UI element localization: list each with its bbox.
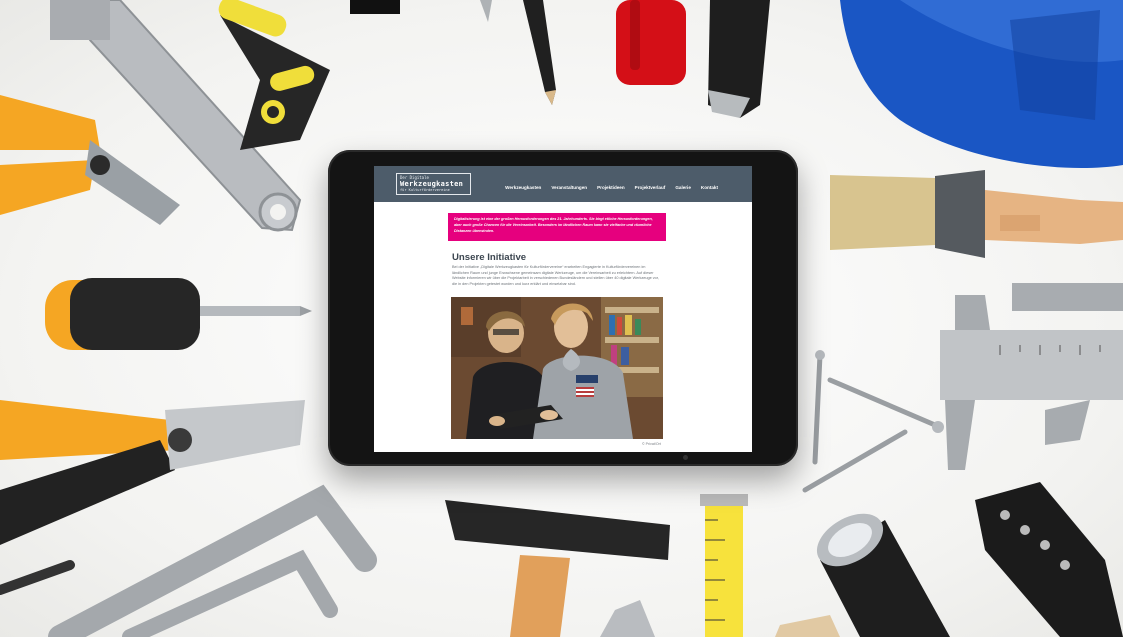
nav-item-veranstaltungen[interactable]: Veranstaltungen bbox=[551, 185, 587, 190]
photo-caption: © Privat/Ort bbox=[642, 442, 661, 446]
nav-item-projektideen[interactable]: Projektideen bbox=[597, 185, 625, 190]
section-heading: Unsere Initiative bbox=[452, 252, 527, 263]
nav-item-werkzeugkasten[interactable]: Werkzeugkasten bbox=[505, 185, 541, 190]
nav-item-kontakt[interactable]: Kontakt bbox=[701, 185, 718, 190]
initiative-photo bbox=[451, 297, 663, 439]
side-cutters-icon bbox=[0, 95, 180, 225]
site-logo[interactable]: Der Digitale Werkzeugkasten für Kulturfö… bbox=[396, 173, 471, 195]
tablet-screen: Der Digitale Werkzeugkasten für Kulturfö… bbox=[374, 166, 752, 452]
hard-hat-icon bbox=[840, 0, 1123, 168]
tape-measure-icon bbox=[700, 494, 748, 637]
caliper-icon bbox=[940, 295, 1123, 470]
screws-icon bbox=[802, 350, 944, 493]
logo-line-2: Werkzeugkasten bbox=[400, 180, 464, 188]
pencil-icon bbox=[523, 0, 556, 105]
wood-block-icon bbox=[775, 615, 840, 637]
people-photo-illustration bbox=[451, 297, 663, 439]
spanner-icon bbox=[600, 600, 655, 637]
crimping-tool-icon bbox=[975, 482, 1123, 637]
red-screwdriver-icon bbox=[616, 0, 686, 85]
main-nav: Werkzeugkasten Veranstaltungen Projektid… bbox=[505, 185, 718, 190]
paint-brush-icon bbox=[830, 170, 1123, 258]
screwdriver-icon bbox=[45, 278, 312, 350]
nav-item-galerie[interactable]: Galerie bbox=[675, 185, 691, 190]
hex-bar-icon bbox=[1012, 283, 1123, 311]
utility-knife-icon bbox=[708, 0, 770, 118]
t-handle-icon bbox=[218, 0, 400, 150]
intro-banner: Digitalisierung ist eine der großen Hera… bbox=[448, 213, 666, 241]
tablet-camera bbox=[683, 455, 688, 460]
desk-scene: Der Digitale Werkzeugkasten für Kulturfö… bbox=[0, 0, 1123, 637]
nav-item-projektverlauf[interactable]: Projektverlauf bbox=[635, 185, 666, 190]
tool-tip-icon bbox=[480, 0, 492, 22]
site-header: Der Digitale Werkzeugkasten für Kulturfö… bbox=[374, 166, 752, 202]
logo-line-3: für Kulturfördervereine bbox=[400, 188, 450, 192]
section-body-text: Bei der Initiative „Digitale Werkzeugkas… bbox=[452, 265, 659, 286]
